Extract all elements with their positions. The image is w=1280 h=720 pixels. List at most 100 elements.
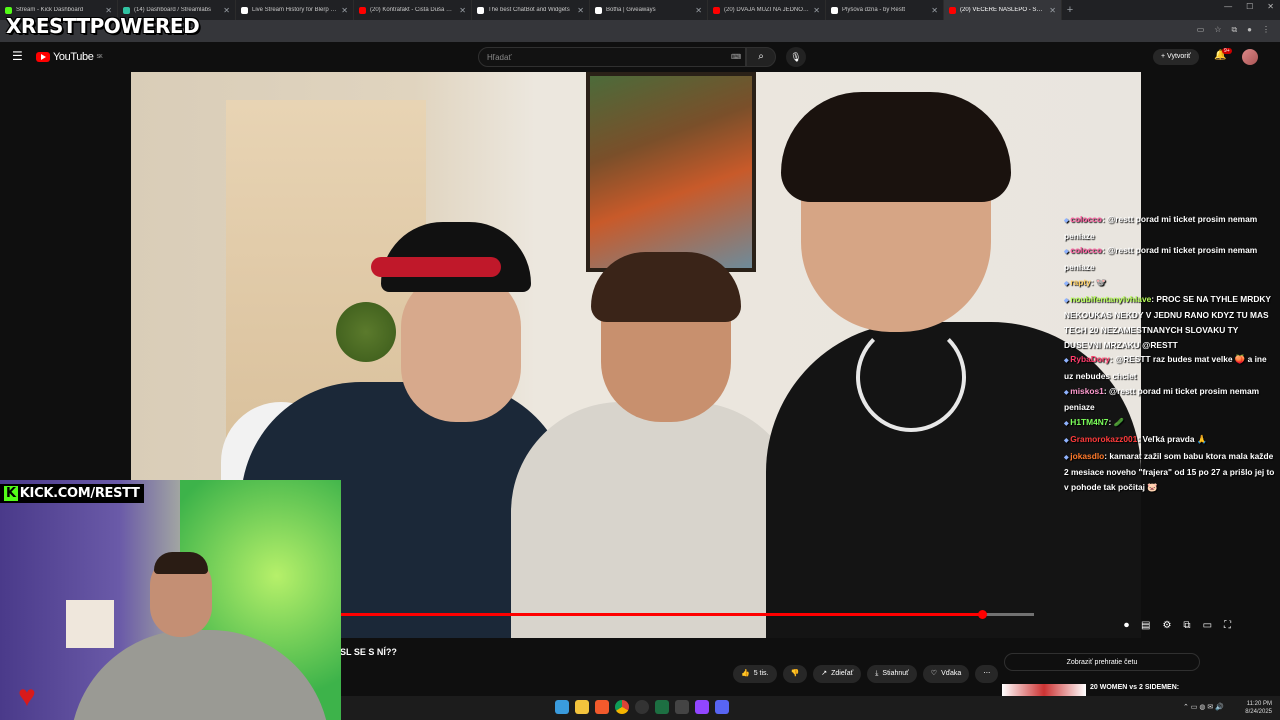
show-chat-replay-button[interactable]: Zobraziť prehratie četu [1004, 653, 1200, 671]
person-right-chain [856, 322, 966, 432]
tab-favicon-icon [831, 6, 838, 14]
bookmark-star-icon[interactable]: ☆ [1214, 25, 1221, 35]
kick-channel-banner: K KICK.COM/RESTT [0, 484, 144, 503]
youtube-header: ☰ YouTube SK Hľadať ⌨ ⌕ 🎙 + Vytvoriť 🔔 9… [0, 42, 1280, 72]
browser-tab[interactable]: The best ChatBot and Widgets ✕ [472, 0, 590, 20]
obs-icon[interactable] [635, 700, 649, 714]
settings-gear-icon[interactable]: ⚙ [1162, 620, 1171, 631]
tab-close-icon[interactable]: ✕ [577, 6, 584, 15]
tab-close-icon[interactable]: ✕ [813, 6, 820, 15]
theater-mode-icon[interactable]: ▭ [1203, 620, 1212, 631]
window-controls: — ☐ ✕ [1224, 2, 1274, 11]
search-input[interactable]: Hľadať [478, 47, 746, 67]
chat-username[interactable]: colocco [1070, 214, 1102, 224]
tab-close-icon[interactable]: ✕ [695, 6, 702, 15]
like-button[interactable]: 👍 5 tis. [733, 665, 777, 683]
new-tab-button[interactable]: + [1062, 4, 1078, 16]
close-window-icon[interactable]: ✕ [1267, 2, 1274, 11]
tab-favicon-icon [5, 6, 12, 14]
tab-favicon-icon [595, 6, 602, 14]
maximize-icon[interactable]: ☐ [1246, 2, 1253, 11]
person-left-head [401, 272, 521, 422]
thanks-button[interactable]: ♡ Vďaka [922, 665, 970, 683]
clock-date: 8/24/2025 [1245, 709, 1272, 715]
tab-close-icon[interactable]: ✕ [1049, 6, 1056, 15]
more-actions-button[interactable]: ⋯ [975, 665, 999, 683]
system-tray-icons[interactable]: ⌃ ▭ ◍ ✉ 🔊 [1183, 703, 1224, 711]
excel-icon[interactable] [655, 700, 669, 714]
cast-icon[interactable]: ▭ [1197, 25, 1205, 35]
account-avatar[interactable] [1242, 49, 1258, 65]
chat-username[interactable]: colocco [1070, 245, 1102, 255]
voice-search-mic-icon[interactable]: 🎙 [786, 47, 806, 67]
keyboard-icon[interactable]: ⌨ [731, 53, 741, 61]
browser-tab[interactable]: Live Stream History for Blerp St... ✕ [236, 0, 354, 20]
browser-tab[interactable]: Botfia | Giveaways ✕ [590, 0, 708, 20]
download-label: Stiahnuť [882, 670, 909, 677]
brave-browser-icon[interactable] [595, 700, 609, 714]
download-button[interactable]: ⤓ Stiahnuť [867, 665, 917, 683]
chat-overlay: ◆ colocco: @restt porad mi ticket prosim… [1064, 212, 1276, 495]
tab-title: The best ChatBot and Widgets [488, 7, 570, 13]
tab-title: (14) Dashboard / Streamlabs [134, 7, 212, 13]
tab-close-icon[interactable]: ✕ [341, 6, 348, 15]
clock-time: 11:20 PM [1246, 701, 1272, 707]
chat-username[interactable]: rapty [1070, 277, 1090, 287]
browser-tab[interactable]: (20) Kontrafakt - Čistá Duša pr... ✕ [354, 0, 472, 20]
tab-close-icon[interactable]: ✕ [931, 6, 938, 15]
kick-logo-icon: K [4, 486, 18, 501]
chrome-icon[interactable] [615, 700, 629, 714]
chat-message: ◆ RybaDory: @RESTT raz budes mat velke 🍑… [1064, 352, 1276, 383]
windows-start-icon[interactable] [555, 700, 569, 714]
browser-tab[interactable]: (20) DVAJA MUŽI NA JEDNOM... ✕ [708, 0, 826, 20]
thumbs-up-icon: 👍 [741, 670, 750, 677]
chat-username[interactable]: jokasdlo [1070, 451, 1104, 461]
tab-title: (20) Kontrafakt - Čistá Duša pr... [370, 7, 456, 13]
minimize-icon[interactable]: — [1224, 2, 1232, 11]
autoplay-toggle-icon[interactable]: ⏺ [1124, 620, 1129, 631]
webcam-poster [66, 600, 114, 648]
chat-message: ◆ miskos1: @restt porad mi ticket prosim… [1064, 384, 1276, 415]
search-button[interactable]: ⌕ [746, 47, 776, 67]
youtube-play-icon [36, 52, 50, 62]
twitch-icon[interactable] [695, 700, 709, 714]
terminal-icon[interactable] [675, 700, 689, 714]
heart-icon: ♥ [18, 680, 36, 713]
progress-scrubber-handle[interactable] [978, 610, 988, 619]
discord-icon[interactable] [715, 700, 729, 714]
thanks-icon: ♡ [930, 670, 938, 677]
tab-favicon-icon [359, 6, 366, 14]
streamer-hair [154, 552, 208, 574]
chat-username[interactable]: Gramorokazz001 [1070, 434, 1137, 444]
share-icon: ↗ [821, 670, 828, 677]
x-logo-mark: X [6, 14, 21, 38]
video-title: SL SE S NÍ?? [340, 647, 397, 657]
subtitles-icon[interactable]: ▤ [1141, 620, 1150, 631]
create-button[interactable]: + Vytvoriť [1153, 49, 1199, 65]
dislike-button[interactable]: 👎 [782, 665, 808, 683]
hamburger-menu-icon[interactable]: ☰ [12, 49, 23, 63]
youtube-logo[interactable]: YouTube SK [36, 51, 103, 63]
chat-username[interactable]: noubifentanylvhlave [1070, 294, 1151, 304]
browser-tab[interactable]: (20) VEČERE NASLEPO - STRČ... ✕ [944, 0, 1062, 20]
chat-username[interactable]: H1TM4N7 [1070, 417, 1108, 427]
youtube-brand-text: YouTube [53, 51, 94, 63]
video-progress-bar[interactable] [341, 610, 1034, 619]
profile-icon[interactable]: ● [1247, 25, 1252, 35]
chat-message: ◆ noubifentanylvhlave: PROC SE NA TYHLE … [1064, 292, 1276, 353]
file-explorer-icon[interactable] [575, 700, 589, 714]
more-icon: ⋯ [983, 670, 991, 677]
browser-tab[interactable]: Plyšová dzña - by Restt ✕ [826, 0, 944, 20]
fullscreen-icon[interactable]: ⛶ [1224, 620, 1231, 631]
browser-menu-icon[interactable]: ⋮ [1262, 25, 1270, 35]
chat-text: 🥒 [1113, 417, 1125, 428]
share-button[interactable]: ↗ Zdieľať [813, 665, 862, 683]
tab-close-icon[interactable]: ✕ [459, 6, 466, 15]
system-clock[interactable]: 11:20 PM 8/24/2025 [1245, 700, 1272, 716]
chat-message: ◆ colocco: @restt porad mi ticket prosim… [1064, 243, 1276, 274]
chat-username[interactable]: miskos1 [1070, 386, 1104, 396]
tab-close-icon[interactable]: ✕ [223, 6, 230, 15]
miniplayer-icon[interactable]: ⧉ [1183, 620, 1190, 631]
chat-username[interactable]: RybaDory [1070, 354, 1110, 364]
extensions-icon[interactable]: ⧉ [1231, 25, 1237, 35]
